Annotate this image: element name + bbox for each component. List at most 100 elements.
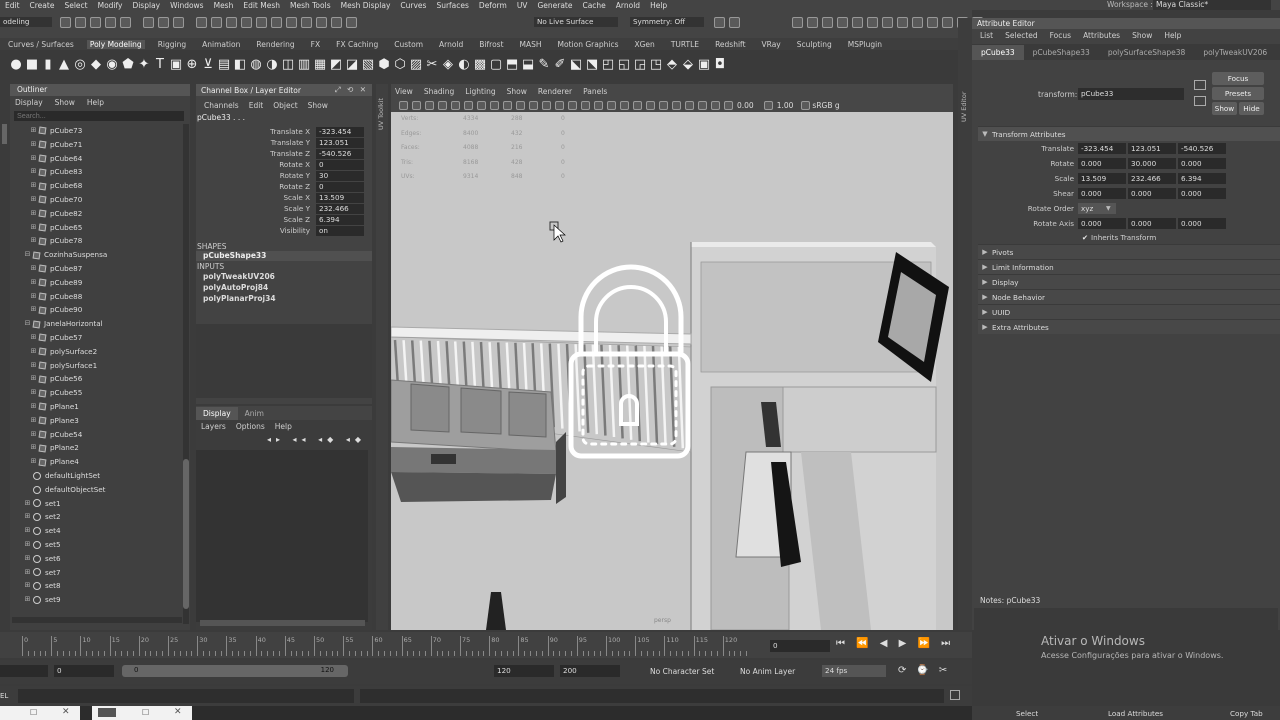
taskbar-window-1[interactable]: ☐ ✕ xyxy=(0,706,80,720)
grid-icon[interactable] xyxy=(451,100,460,110)
viewport-menu-show[interactable]: Show xyxy=(507,87,527,96)
shadows-icon[interactable] xyxy=(607,100,616,110)
channel-value[interactable]: 123.051 xyxy=(316,137,364,148)
outliner-item[interactable]: ⊞ polySurface2 xyxy=(10,345,190,359)
outliner-item[interactable]: ⊞ pCube89 xyxy=(10,276,190,290)
show-button[interactable]: Show xyxy=(1212,102,1237,115)
collapse-icon[interactable]: ⬡ xyxy=(393,58,407,72)
rotate-axis-y-field[interactable]: 0.000 xyxy=(1128,218,1176,229)
harden-icon[interactable]: ◰ xyxy=(601,58,615,72)
expand-icon[interactable]: ⊞ xyxy=(30,193,37,207)
scale-y-field[interactable]: 232.466 xyxy=(1128,173,1176,184)
close-icon[interactable]: ✕ xyxy=(62,707,70,717)
gate-mask-icon[interactable] xyxy=(490,100,499,110)
expand-icon[interactable]: ⊞ xyxy=(30,428,37,442)
layer-hscrollbar[interactable] xyxy=(200,620,365,626)
retopo-icon[interactable]: ⬘ xyxy=(665,58,679,72)
outliner-item[interactable]: ⊞ pCube88 xyxy=(10,290,190,304)
svg-icon[interactable]: ▣ xyxy=(169,58,183,72)
shelf-tab-turtle[interactable]: TURTLE xyxy=(668,40,702,49)
fill-hole-icon[interactable]: ▧ xyxy=(361,58,375,72)
section-display[interactable]: ▶ Display xyxy=(978,274,1280,289)
outliner-item[interactable]: ⊟ CozinhaSuspensa xyxy=(10,248,190,262)
uv-toolkit-label[interactable]: UV Toolkit xyxy=(377,98,385,130)
channel-value[interactable]: 0 xyxy=(316,159,364,170)
render-view-icon[interactable] xyxy=(792,17,803,28)
smooth-shade-icon[interactable] xyxy=(555,100,564,110)
transform-attributes-header[interactable]: ▼ Transform Attributes xyxy=(978,126,1280,141)
shelf-tab-xgen[interactable]: XGen xyxy=(631,40,657,49)
notes-field[interactable] xyxy=(974,608,1278,630)
shear-x-field[interactable]: 0.000 xyxy=(1078,188,1126,199)
section-limit-information[interactable]: ▶ Limit Information xyxy=(978,259,1280,274)
ae-menu-show[interactable]: Show xyxy=(1132,31,1152,40)
end-frame-field[interactable]: 120 xyxy=(494,665,554,677)
ipr-render-icon[interactable] xyxy=(822,17,833,28)
outliner-menu-display[interactable]: Display xyxy=(15,98,43,107)
expand-icon[interactable]: ⊞ xyxy=(30,221,37,235)
menu-create[interactable]: Create xyxy=(30,1,55,10)
layout-icon-1[interactable] xyxy=(897,17,908,28)
outliner-item[interactable]: ⊞ pCube83 xyxy=(10,165,190,179)
redo-icon[interactable] xyxy=(120,17,131,28)
light-editor-icon[interactable] xyxy=(867,17,878,28)
snap-plane-icon[interactable] xyxy=(241,17,252,28)
menu-mesh-tools[interactable]: Mesh Tools xyxy=(290,1,331,10)
outliner-item[interactable]: ⊞ pCube71 xyxy=(10,138,190,152)
rotate-y-field[interactable]: 30.000 xyxy=(1128,158,1176,169)
expand-icon[interactable]: ⊞ xyxy=(24,566,31,580)
reduce-icon[interactable]: ◱ xyxy=(617,58,631,72)
channel-row[interactable]: Translate X -323.454 xyxy=(196,126,372,137)
sculpt-icon[interactable]: ⬓ xyxy=(521,58,535,72)
anim-layer-select[interactable]: No Anim Layer xyxy=(740,667,795,676)
measure-icon[interactable]: ⊻ xyxy=(201,58,215,72)
snap-point-icon[interactable] xyxy=(226,17,237,28)
isolate-icon[interactable] xyxy=(672,100,681,110)
menu-help[interactable]: Help xyxy=(650,1,667,10)
ae-copy-tab-button[interactable]: Copy Tab xyxy=(1230,709,1263,718)
shelf-tab-msplugin[interactable]: MSPlugin xyxy=(845,40,885,49)
expand-icon[interactable]: ⊞ xyxy=(30,345,37,359)
channel-box-menu-channels[interactable]: Channels xyxy=(204,101,239,110)
scale-z-field[interactable]: 6.394 xyxy=(1178,173,1226,184)
ae-select-button[interactable]: Select xyxy=(1016,709,1038,718)
translate-z-field[interactable]: -540.526 xyxy=(1178,143,1226,154)
color-management-icon[interactable] xyxy=(801,100,811,110)
translate-x-field[interactable]: -323.454 xyxy=(1078,143,1126,154)
poly-torus-icon[interactable]: ◎ xyxy=(73,58,87,72)
viewport-3d[interactable]: Verts: 4334 288 0 Edges: 8400 432 0 Faces: 4088 21… xyxy=(391,112,953,630)
menu-windows[interactable]: Windows xyxy=(170,1,203,10)
channel-row[interactable]: Scale Z 6.394 xyxy=(196,214,372,225)
input-node[interactable]: polyAutoProj84 xyxy=(196,282,372,293)
scene-start-field[interactable] xyxy=(0,665,48,677)
translate-y-field[interactable]: 123.051 xyxy=(1128,143,1176,154)
poly-platonic-icon[interactable]: ⬟ xyxy=(121,58,135,72)
outliner-item[interactable]: ⊞ pPlane2 xyxy=(10,441,190,455)
construction-icon[interactable] xyxy=(301,17,312,28)
outliner-item[interactable]: ⊞ pPlane1 xyxy=(10,400,190,414)
snap-curve-icon[interactable] xyxy=(211,17,222,28)
ipr-icon[interactable] xyxy=(331,17,342,28)
outliner-item[interactable]: ⊞ pCube78 xyxy=(10,234,190,248)
crease-icon[interactable]: ⬕ xyxy=(569,58,583,72)
menu-curves[interactable]: Curves xyxy=(400,1,426,10)
menu-arnold[interactable]: Arnold xyxy=(616,1,640,10)
outliner-item[interactable]: ⊞ set5 xyxy=(10,538,190,552)
outliner-item[interactable]: ⊞ set1 xyxy=(10,497,190,511)
section-uuid[interactable]: ▶ UUID xyxy=(978,304,1280,319)
rotate-x-field[interactable]: 0.000 xyxy=(1078,158,1126,169)
pen-icon[interactable]: ✐ xyxy=(553,58,567,72)
outliner-item[interactable]: ⊞ pPlane3 xyxy=(10,414,190,428)
shelf-tab-bifrost[interactable]: Bifrost xyxy=(476,40,506,49)
poly-disc-icon[interactable]: ◉ xyxy=(105,58,119,72)
expand-icon[interactable]: ⊞ xyxy=(30,124,37,138)
rotate-axis-z-field[interactable]: 0.000 xyxy=(1178,218,1226,229)
shelf-tab-sculpting[interactable]: Sculpting xyxy=(794,40,835,49)
field-chart-icon[interactable] xyxy=(503,100,512,110)
expand-icon[interactable]: ⊞ xyxy=(30,234,37,248)
menu-cache[interactable]: Cache xyxy=(582,1,605,10)
extrude-icon[interactable]: ▥ xyxy=(297,58,311,72)
viewport-menu-lighting[interactable]: Lighting xyxy=(465,87,495,96)
expand-icon[interactable]: ⊞ xyxy=(30,331,37,345)
outliner-item[interactable]: ⊞ pCube64 xyxy=(10,152,190,166)
